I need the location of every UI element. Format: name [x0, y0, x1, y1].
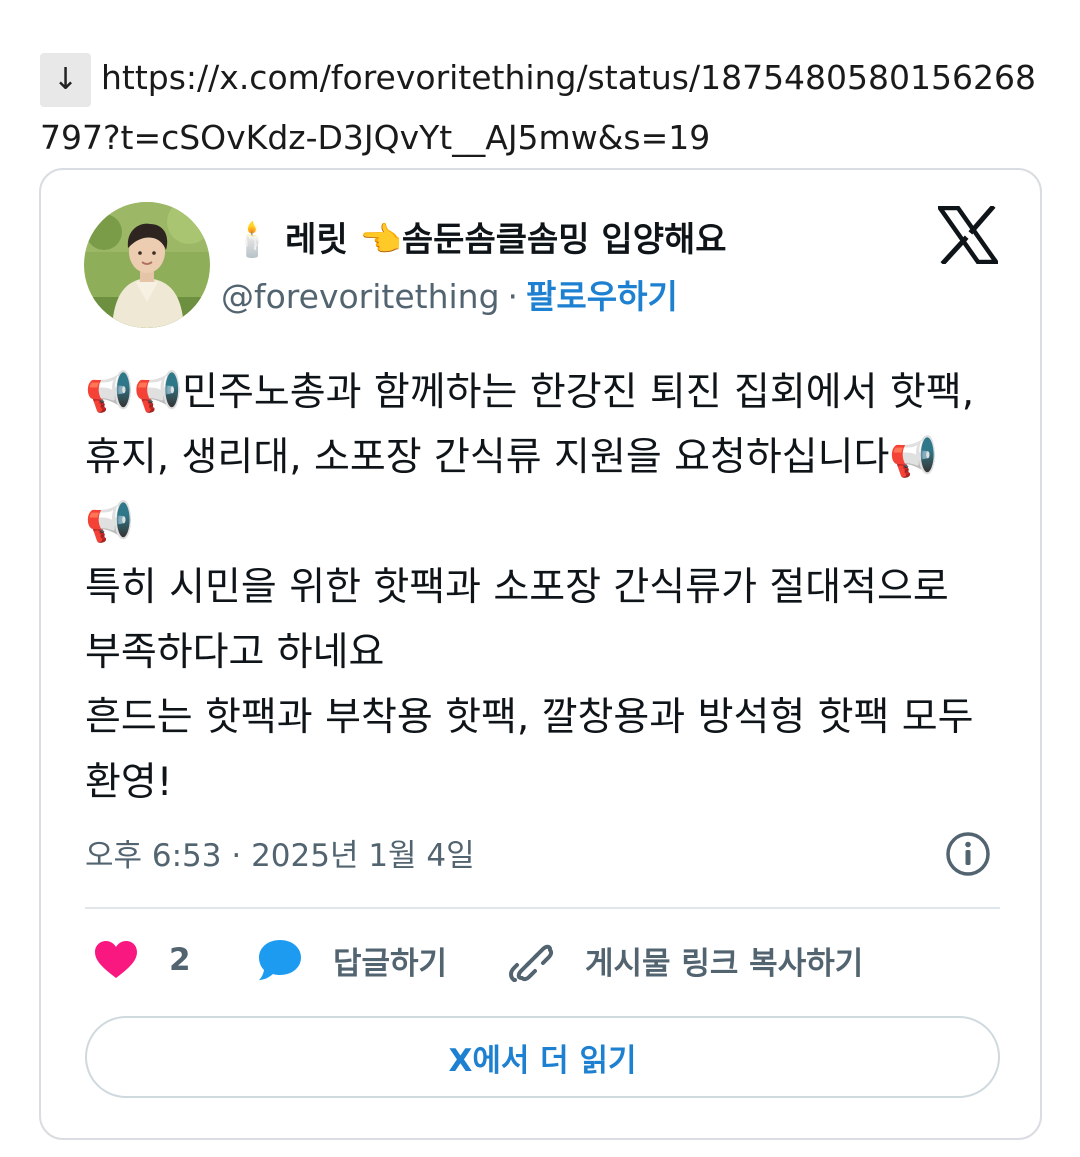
tweet-embed-card: 🕯️ 레릿 👈솜둔솜클솜밍 입양해요 @forevoritething · 팔로우하…: [39, 168, 1042, 1140]
link-icon: [509, 944, 554, 982]
copy-link-label: 게시물 링크 복사하기: [585, 945, 864, 982]
x-logo-icon[interactable]: [935, 204, 1001, 266]
tweet-url[interactable]: https://x.com/forevoritething/status/187…: [40, 58, 1036, 157]
like-button[interactable]: 2: [93, 936, 191, 984]
separator: ·: [507, 277, 519, 316]
handle-row: @forevoritething · 팔로우하기: [221, 270, 678, 318]
like-count: 2: [169, 942, 191, 978]
speech-bubble-icon: [259, 940, 301, 980]
avatar[interactable]: [84, 202, 210, 328]
reply-button[interactable]: 답글하기: [257, 936, 447, 984]
copy-link-button[interactable]: 게시물 링크 복사하기: [509, 936, 863, 984]
info-icon[interactable]: [945, 831, 991, 877]
tweet-timestamp[interactable]: 오후 6:53 · 2025년 1월 4일: [85, 830, 475, 875]
shared-link-text[interactable]: ↓ https://x.com/forevoritething/status/18…: [40, 48, 1050, 168]
heart-icon: [95, 941, 137, 978]
display-name[interactable]: 🕯️ 레릿 👈솜둔솜클솜밍 입양해요: [231, 212, 727, 261]
reply-label: 답글하기: [333, 945, 448, 982]
read-more-button[interactable]: X에서 더 읽기: [85, 1016, 1000, 1098]
tweet-text: 📢📢민주노총과 함께하는 한강진 퇴진 집회에서 핫팩, 휴지, 생리대, 소포…: [85, 370, 975, 805]
user-handle[interactable]: @forevoritething: [221, 277, 500, 316]
down-arrow-icon: ↓: [40, 52, 91, 107]
follow-button[interactable]: 팔로우하기: [526, 277, 678, 316]
divider: [85, 907, 1000, 909]
